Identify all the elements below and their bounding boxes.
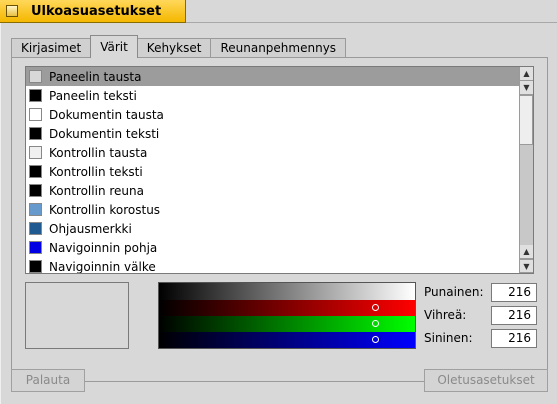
window-title-tab[interactable]: Ulkoasuasetukset	[0, 0, 186, 23]
red-field[interactable]: 216	[491, 283, 537, 302]
color-list-item[interactable]: Dokumentin tausta	[26, 105, 533, 124]
color-list-item[interactable]: Kontrollin teksti	[26, 162, 533, 181]
tab-decorators[interactable]: Kehykset	[136, 38, 212, 58]
scroll-down-icon[interactable]: ▼	[520, 259, 533, 273]
color-swatch	[29, 108, 42, 121]
scroll-down-icon-top[interactable]: ▼	[520, 81, 533, 95]
color-swatch	[29, 127, 42, 140]
color-list-item-label: Navigoinnin pohja	[49, 240, 158, 255]
color-list-item-label: Paneelin tausta	[49, 69, 142, 84]
color-swatch	[29, 165, 42, 178]
window-title: Ulkoasuasetukset	[31, 3, 162, 19]
defaults-button[interactable]: Oletusasetukset	[424, 369, 548, 392]
scroll-up-icon-bottom[interactable]: ▲	[520, 245, 533, 259]
list-scrollbar[interactable]: ▲ ▼ ▲ ▼	[519, 67, 533, 273]
color-swatch	[29, 241, 42, 254]
color-slider-group	[158, 282, 416, 349]
color-list-item-label: Kontrollin korostus	[49, 202, 161, 217]
close-box-icon[interactable]	[6, 5, 18, 17]
blue-slider[interactable]	[159, 332, 415, 348]
color-swatch	[29, 203, 42, 216]
revert-button[interactable]: Palauta	[11, 369, 85, 392]
color-swatch	[29, 89, 42, 102]
color-list-item[interactable]: Navigoinnin välke	[26, 257, 533, 274]
color-swatch	[29, 146, 42, 159]
color-list-item-label: Kontrollin tausta	[49, 145, 148, 160]
color-swatch	[29, 222, 42, 235]
color-swatch	[29, 184, 42, 197]
color-swatch	[29, 260, 42, 273]
color-list-item-label: Dokumentin tausta	[49, 107, 164, 122]
color-preview	[25, 282, 129, 349]
tab-fonts[interactable]: Kirjasimet	[11, 38, 92, 58]
color-list-item[interactable]: Dokumentin teksti	[26, 124, 533, 143]
color-list-item-label: Ohjausmerkki	[49, 221, 132, 236]
color-list[interactable]: Paneelin tausta Paneelin teksti Dokumentin…	[25, 66, 534, 274]
scroll-thumb[interactable]	[520, 95, 533, 145]
color-list-item[interactable]: Ohjausmerkki	[26, 219, 533, 238]
color-list-item-label: Dokumentin teksti	[49, 126, 160, 141]
color-swatch	[29, 70, 42, 83]
red-label: Punainen:	[424, 285, 484, 299]
blue-field[interactable]: 216	[491, 329, 537, 348]
scroll-up-icon[interactable]: ▲	[520, 67, 533, 81]
color-list-item[interactable]: Navigoinnin pohja	[26, 238, 533, 257]
green-label: Vihreä:	[424, 308, 467, 322]
color-list-item-label: Navigoinnin välke	[49, 259, 156, 274]
red-slider[interactable]	[159, 300, 415, 316]
green-slider-knob[interactable]	[371, 320, 379, 327]
blue-label: Sininen:	[424, 331, 473, 345]
color-list-item[interactable]: Paneelin teksti	[26, 86, 533, 105]
color-list-item[interactable]: Paneelin tausta	[26, 67, 533, 86]
colors-panel: Paneelin tausta Paneelin teksti Dokumentin…	[11, 57, 548, 382]
tab-colors[interactable]: Värit	[90, 35, 138, 58]
tab-bar: Kirjasimet Värit Kehykset Reunanpehmenny…	[11, 35, 347, 58]
green-field[interactable]: 216	[491, 306, 537, 325]
color-list-item-label: Kontrollin reuna	[49, 183, 144, 198]
appearance-window: Kirjasimet Värit Kehykset Reunanpehmenny…	[0, 23, 557, 404]
tab-antialiasing[interactable]: Reunanpehmennys	[210, 38, 347, 58]
color-list-item[interactable]: Kontrollin reuna	[26, 181, 533, 200]
color-list-item-label: Kontrollin teksti	[49, 164, 143, 179]
blue-slider-knob[interactable]	[371, 336, 379, 343]
color-list-item-label: Paneelin teksti	[49, 88, 137, 103]
red-slider-knob[interactable]	[371, 304, 379, 311]
color-list-item[interactable]: Kontrollin korostus	[26, 200, 533, 219]
color-list-item[interactable]: Kontrollin tausta	[26, 143, 533, 162]
green-slider[interactable]	[159, 316, 415, 332]
brightness-slider[interactable]	[159, 283, 415, 300]
